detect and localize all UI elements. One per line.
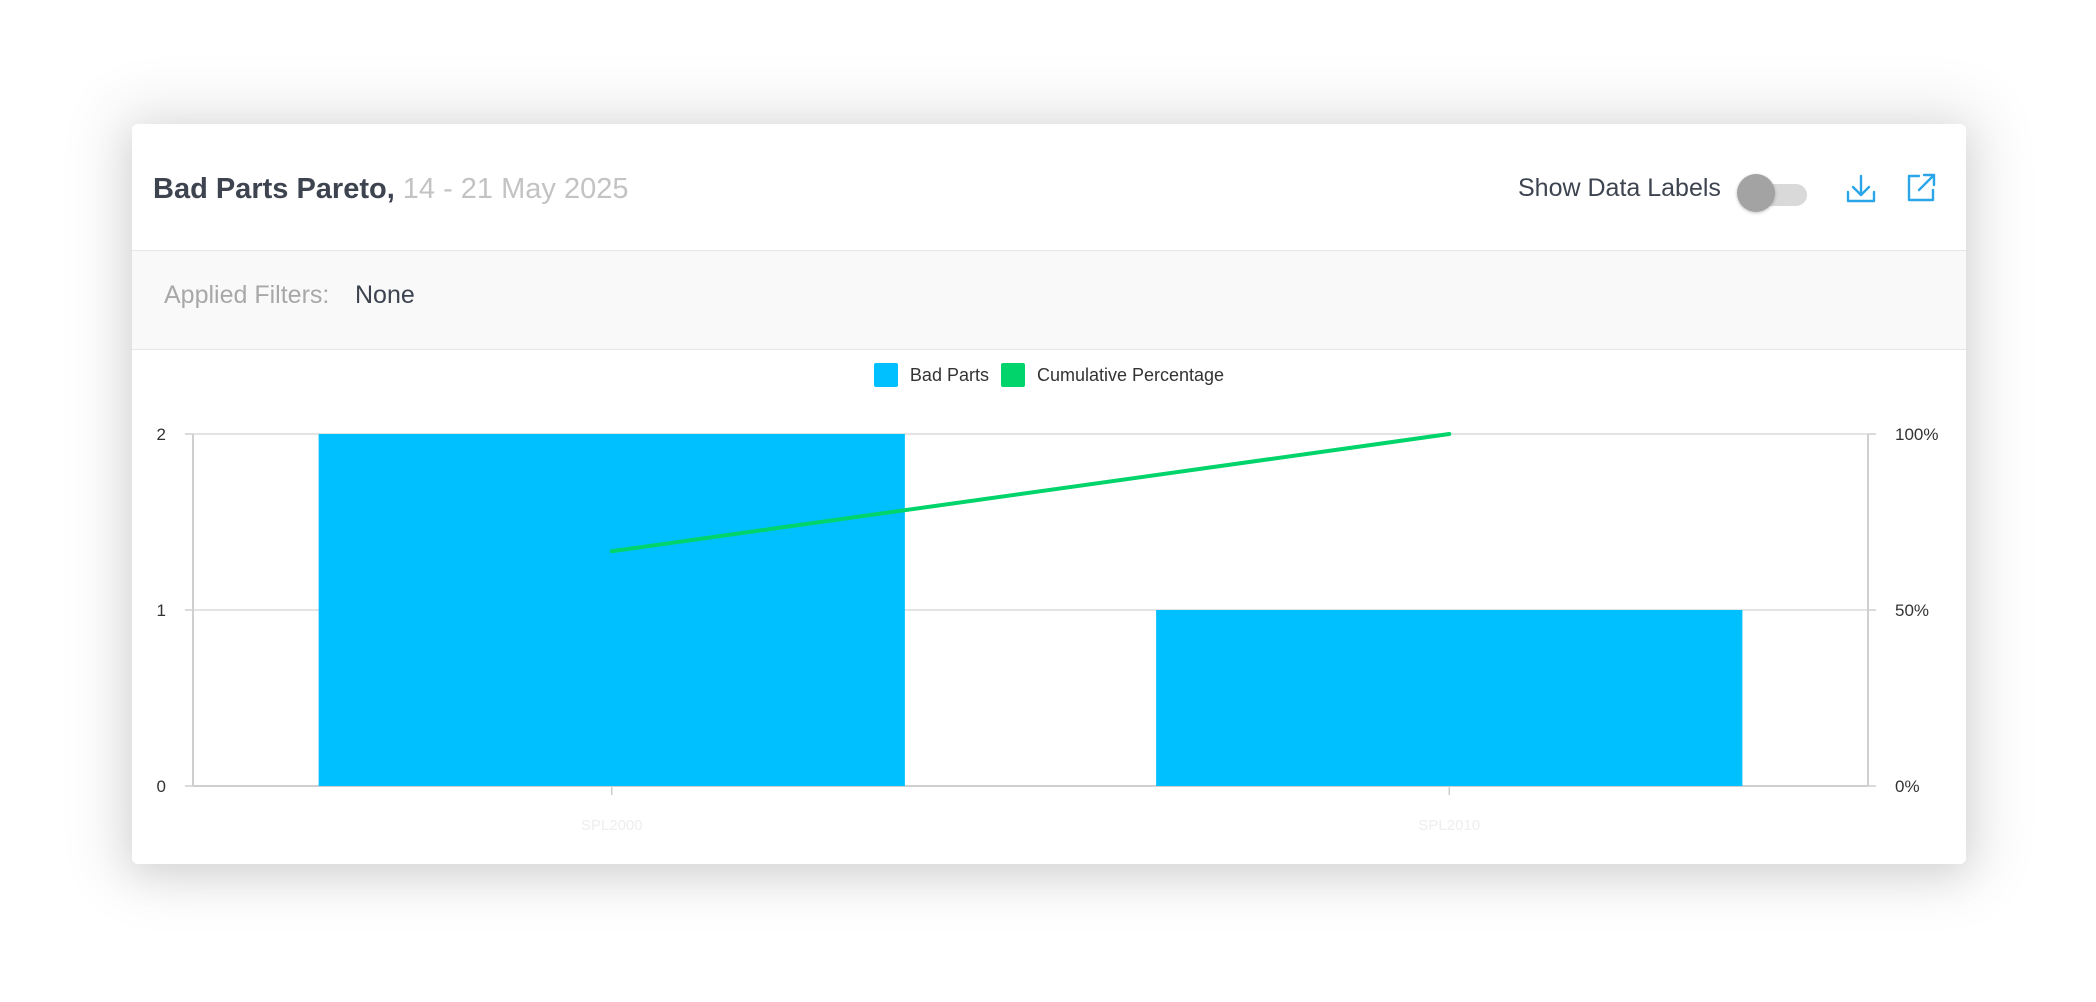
pareto-card: Bad Parts Pareto, 14 - 21 May 2025 Show D… (132, 124, 1966, 864)
x-axis-category-label: SPL2010 (1418, 817, 1480, 834)
bar-spl2010 (1156, 610, 1743, 786)
cumulative-point (610, 549, 614, 553)
pareto-chart: 0 1 2 0% 50% 100% SPL2000 SPL2010 (157, 425, 1939, 834)
y2-axis-tick-label: 0% (1895, 777, 1920, 796)
x-axis-category-label: SPL2000 (581, 817, 643, 834)
y2-axis-tick-label: 100% (1895, 425, 1938, 444)
y-axis-tick-label: 1 (157, 601, 166, 620)
y2-axis-tick-label: 50% (1895, 601, 1929, 620)
bar-spl2000 (318, 434, 905, 786)
y-axis-tick-label: 2 (157, 425, 166, 444)
cumulative-point (1447, 432, 1451, 436)
y-axis-tick-label: 0 (157, 777, 166, 796)
